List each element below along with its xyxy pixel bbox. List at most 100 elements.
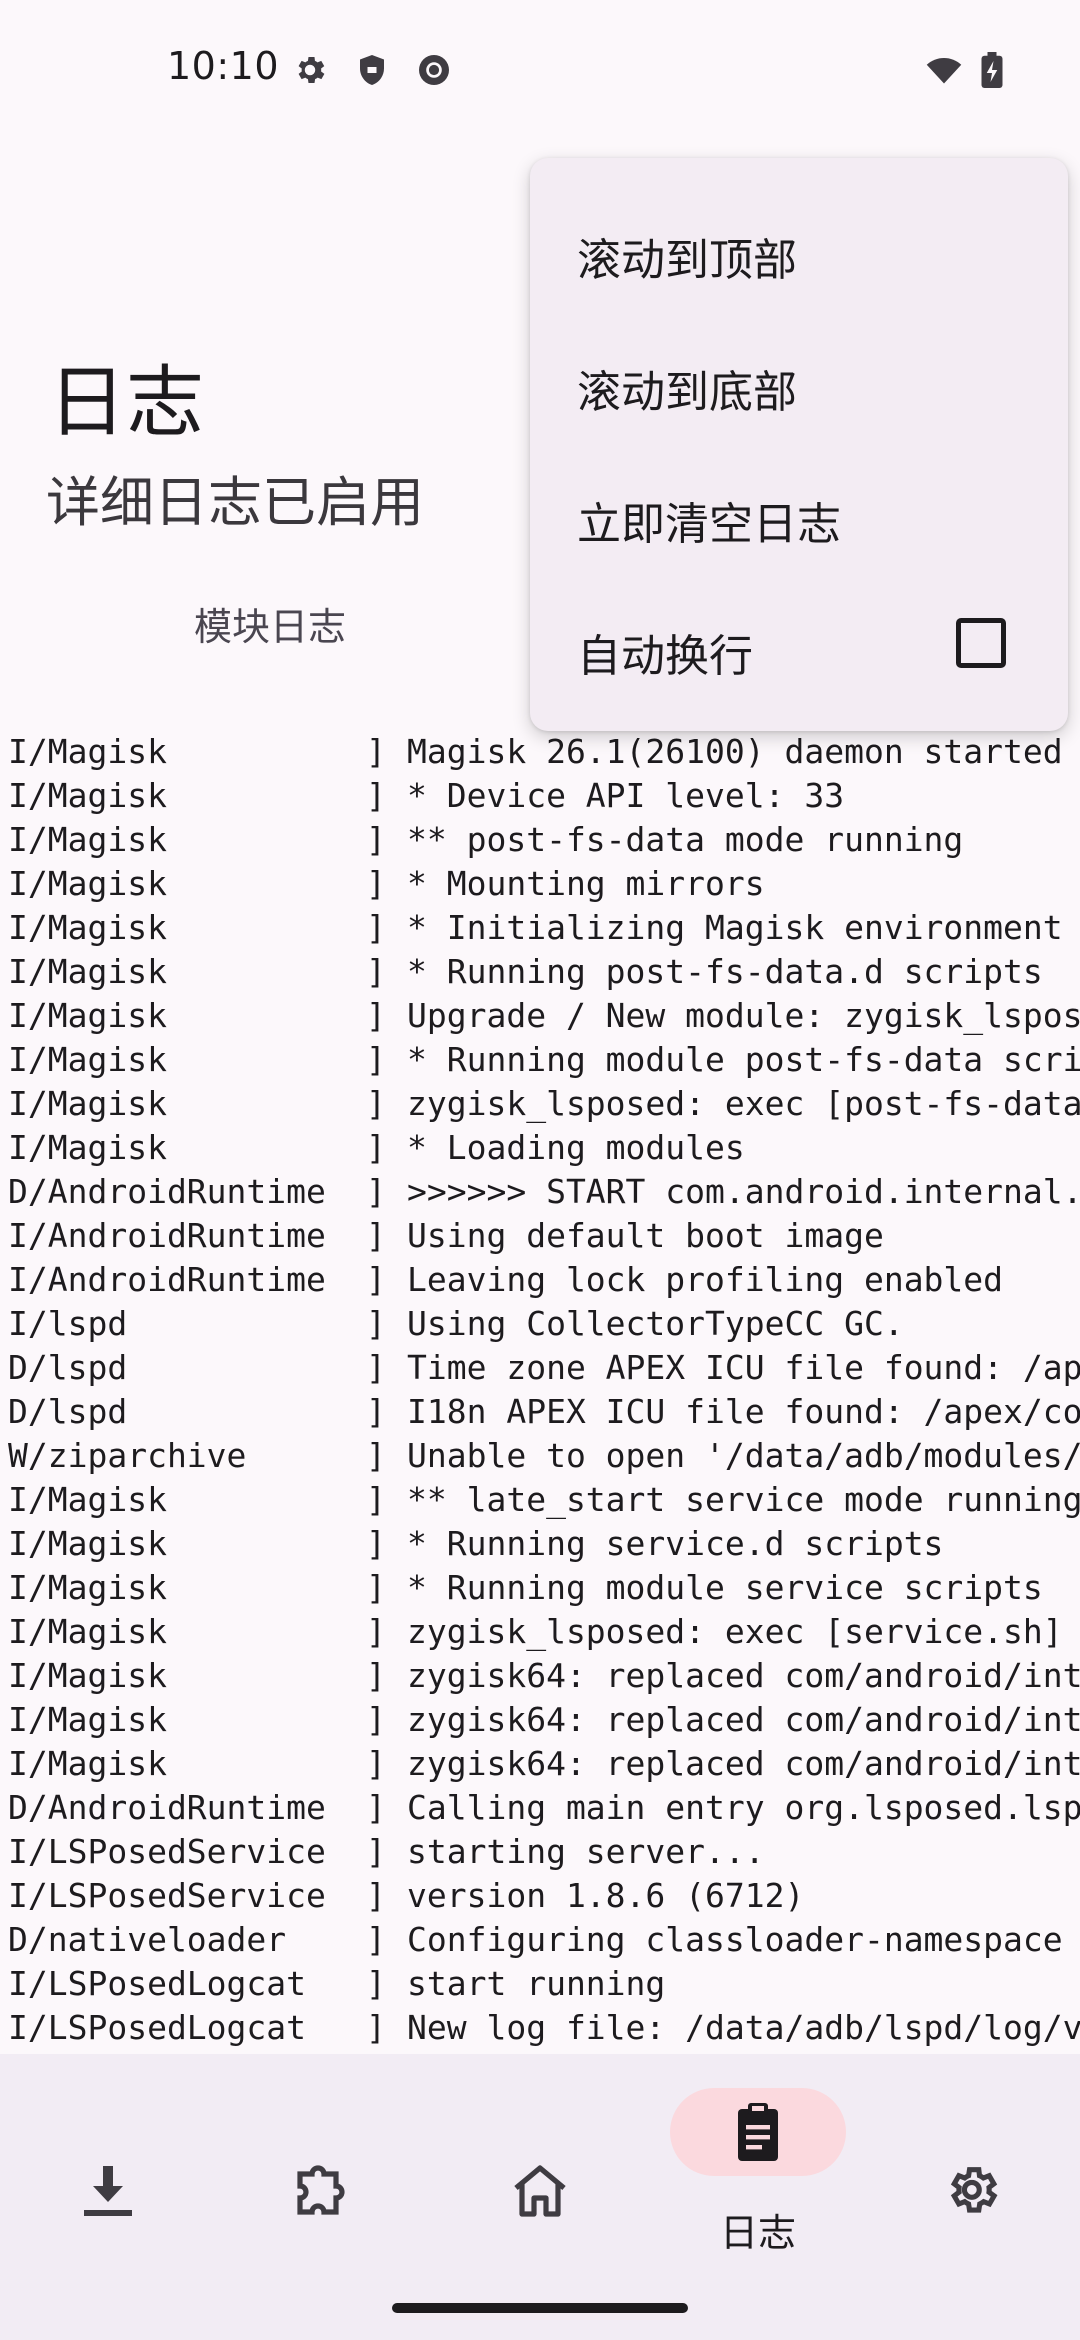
menu-item-scroll-bottom[interactable]: 滚动到底部 [530, 314, 1068, 446]
log-line: I/Magisk] ** late_start service mode runn… [0, 1478, 1080, 1522]
log-tag: I/Magisk [8, 1656, 167, 1695]
log-line: I/Magisk] zygisk_lsposed: exec [post-fs-d… [0, 1082, 1080, 1126]
log-tag: I/LSPosedService [8, 1876, 326, 1915]
log-line: D/lspd] I18n APEX ICU file found: /apex/c… [0, 1390, 1080, 1434]
log-message: ** post-fs-data mode running [407, 820, 964, 859]
nav-item-repository[interactable] [0, 2054, 216, 2254]
menu-item-scroll-top[interactable]: 滚动到顶部 [530, 182, 1068, 314]
log-tag: I/Magisk [8, 1700, 167, 1739]
log-line: I/Magisk] * Running service.d scripts [0, 1522, 1080, 1566]
log-line: I/AndroidRuntime] Using default boot imag… [0, 1214, 1080, 1258]
battery-charging-icon [978, 52, 1006, 88]
log-separator: ] [366, 1612, 386, 1651]
menu-item-word-wrap[interactable]: 自动换行 [530, 578, 1068, 710]
log-line: I/LSPosedLogcat] start running [0, 1962, 1080, 2006]
log-tag: I/Magisk [8, 1084, 167, 1123]
log-tag: I/Magisk [8, 1744, 167, 1783]
log-tag: D/AndroidRuntime [8, 1172, 326, 1211]
nav-item-settings[interactable] [864, 2054, 1080, 2254]
log-tag: D/AndroidRuntime [8, 1788, 326, 1827]
log-separator: ] [366, 1832, 386, 1871]
nav-item-modules[interactable] [216, 2054, 432, 2254]
log-separator: ] [366, 1480, 386, 1519]
log-separator: ] [366, 1216, 386, 1255]
home-indicator[interactable] [392, 2303, 688, 2313]
log-line: I/Magisk] * Running module post-fs-data s… [0, 1038, 1080, 1082]
log-separator: ] [366, 1304, 386, 1343]
log-line: I/Magisk] Magisk 26.1(26100) daemon start… [0, 730, 1080, 774]
menu-item-clear-logs[interactable]: 立即清空日志 [530, 446, 1068, 578]
log-line: I/Magisk] * Loading modules [0, 1126, 1080, 1170]
log-separator: ] [366, 776, 386, 815]
log-tag: I/AndroidRuntime [8, 1216, 326, 1255]
log-tag: I/Magisk [8, 1480, 167, 1519]
log-line: I/Magisk] zygisk64: replaced com/android/… [0, 1654, 1080, 1698]
log-separator: ] [366, 1788, 386, 1827]
log-separator: ] [366, 952, 386, 991]
gear-icon [292, 52, 328, 88]
log-separator: ] [366, 864, 386, 903]
log-line: I/LSPosedService] starting server... [0, 1830, 1080, 1874]
log-separator: ] [366, 1040, 386, 1079]
log-separator: ] [366, 1568, 386, 1607]
menu-item-label: 滚动到底部 [577, 367, 797, 418]
tab-module-logs[interactable]: 模块日志 [80, 596, 460, 652]
menu-item-label: 自动换行 [577, 631, 753, 682]
nav-item-home[interactable] [432, 2054, 648, 2254]
log-separator: ] [366, 732, 386, 771]
log-tag: I/Magisk [8, 1568, 167, 1607]
wifi-icon [924, 52, 964, 88]
clipboard-icon [720, 2101, 796, 2163]
menu-item-label: 滚动到顶部 [577, 235, 797, 286]
log-message: New log file: /data/adb/lspd/log/v [407, 2008, 1080, 2047]
word-wrap-checkbox[interactable] [956, 618, 1006, 668]
log-tag: I/Magisk [8, 1040, 167, 1079]
log-separator: ] [366, 1260, 386, 1299]
log-line: D/AndroidRuntime] Calling main entry org.… [0, 1786, 1080, 1830]
nav-label-logs: 日志 [719, 2211, 796, 2255]
log-line: I/Magisk] * Device API level: 33 [0, 774, 1080, 818]
log-message: Using default boot image [407, 1216, 884, 1255]
log-message: start running [407, 1964, 666, 2003]
log-separator: ] [366, 1128, 386, 1167]
log-line: I/Magisk] * Running module service script… [0, 1566, 1080, 1610]
log-separator: ] [366, 996, 386, 1035]
log-tag: I/Magisk [8, 1612, 167, 1651]
log-message: zygisk64: replaced com/android/internal [407, 1744, 1080, 1783]
log-line: I/LSPosedService] version 1.8.6 (6712) [0, 1874, 1080, 1918]
log-message: * Running post-fs-data.d scripts [407, 952, 1043, 991]
log-message: starting server... [407, 1832, 765, 1871]
log-separator: ] [366, 1084, 386, 1123]
log-message: Configuring classloader-namespace [407, 1920, 1063, 1959]
chrome-icon [416, 52, 452, 88]
log-message: * Running module service scripts [407, 1568, 1043, 1607]
download-icon [72, 2162, 144, 2218]
log-line: I/AndroidRuntime] Leaving lock profiling … [0, 1258, 1080, 1302]
log-tag: I/Magisk [8, 820, 167, 859]
log-list[interactable]: I/Magisk] Magisk 26.1(26100) daemon start… [0, 730, 1080, 2054]
log-tag: I/LSPosedLogcat [8, 1964, 307, 2003]
log-line: I/Magisk] * Running post-fs-data.d script… [0, 950, 1080, 994]
overflow-menu: 滚动到顶部 滚动到底部 立即清空日志 自动换行 [530, 158, 1068, 731]
log-message: ** late_start service mode running [407, 1480, 1080, 1519]
log-message: I18n APEX ICU file found: /apex/com. [407, 1392, 1080, 1431]
log-line: I/Magisk] zygisk_lsposed: exec [service.s… [0, 1610, 1080, 1654]
log-separator: ] [366, 1700, 386, 1739]
log-separator: ] [366, 1964, 386, 2003]
log-message: Leaving lock profiling enabled [407, 1260, 1004, 1299]
log-line: I/Magisk] zygisk64: replaced com/android/… [0, 1698, 1080, 1742]
log-message: * Loading modules [407, 1128, 745, 1167]
log-message: Magisk 26.1(26100) daemon started [407, 732, 1063, 771]
log-message: * Running service.d scripts [407, 1524, 944, 1563]
log-tag: I/Magisk [8, 1128, 167, 1167]
log-message: zygisk_lsposed: exec [post-fs-data.sh] [407, 1084, 1080, 1123]
log-tag: I/LSPosedLogcat [8, 2008, 307, 2047]
log-line: I/LSPosedLogcat] New log file: /data/adb/… [0, 2006, 1080, 2050]
home-icon [504, 2162, 576, 2218]
log-tag: I/Magisk [8, 908, 167, 947]
log-message: * Mounting mirrors [407, 864, 765, 903]
settings-icon [936, 2162, 1008, 2218]
log-tag: I/LSPosedService [8, 1832, 326, 1871]
log-message: * Device API level: 33 [407, 776, 845, 815]
log-line: D/lspd] Time zone APEX ICU file found: /a… [0, 1346, 1080, 1390]
